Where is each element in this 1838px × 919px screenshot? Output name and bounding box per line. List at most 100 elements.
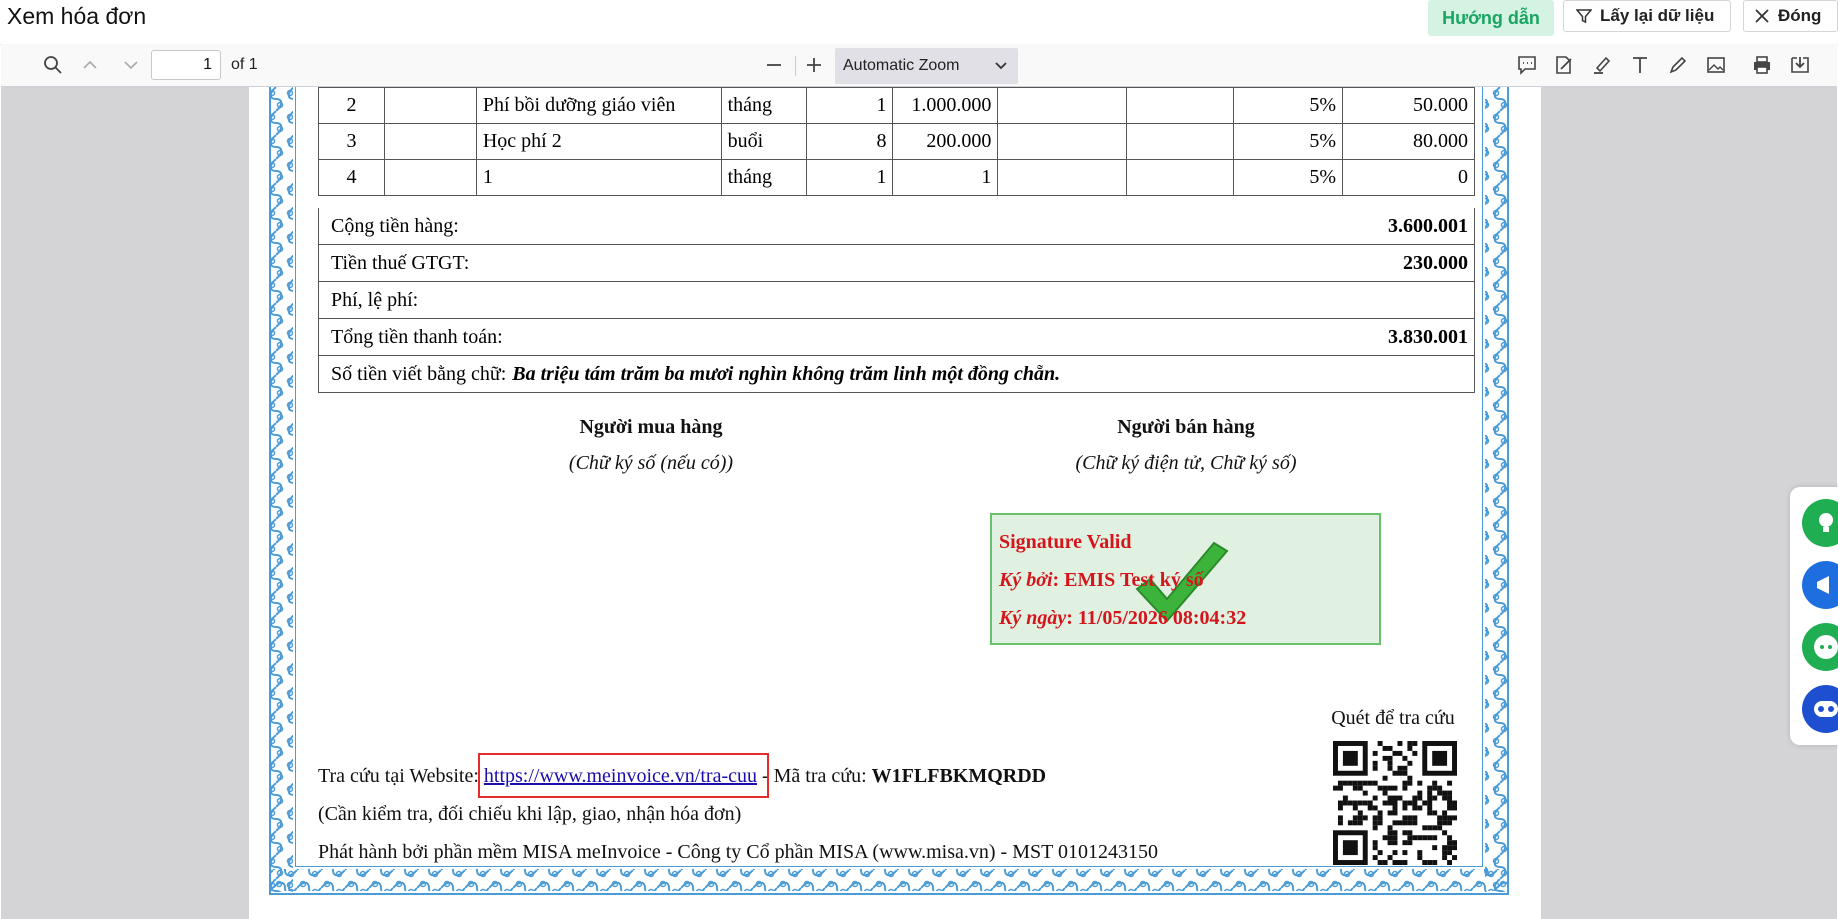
cell-qty: 8 xyxy=(805,123,894,160)
cell-amount: 0 xyxy=(1342,159,1475,196)
reload-data-label: Lấy lại dữ liệu xyxy=(1600,6,1715,25)
pdf-toolbar: 1 of 1 Automatic Zoom xyxy=(1,44,1837,87)
text-icon[interactable] xyxy=(1627,52,1653,78)
cell-col8 xyxy=(1126,159,1235,196)
fee-row: Phí, lệ phí: xyxy=(318,282,1475,319)
zoom-select[interactable]: Automatic Zoom xyxy=(835,48,1018,84)
search-icon[interactable] xyxy=(40,52,66,78)
megaphone-icon[interactable] xyxy=(1802,561,1838,609)
cell-qty: 1 xyxy=(805,87,894,124)
signed-date-line: Ký ngày: 11/05/2026 08:04:32 xyxy=(999,607,1246,630)
table-row: 3 Học phí 2 buổi 8 200.000 5% 80.000 xyxy=(318,123,1475,160)
buyer-note: (Chữ ký số (nếu có)) xyxy=(568,452,734,474)
check-note: (Cần kiểm tra, đối chiếu khi lập, giao, … xyxy=(318,803,742,825)
sign-edit-icon[interactable] xyxy=(1551,52,1577,78)
zoom-out-icon[interactable] xyxy=(761,52,787,78)
seller-title: Người bán hàng xyxy=(1117,416,1255,438)
cell-col8 xyxy=(1126,87,1235,124)
table-row: 4 1 tháng 1 1 5% 0 xyxy=(318,159,1475,196)
page-number-input[interactable]: 1 xyxy=(151,50,221,80)
previous-page-icon[interactable] xyxy=(77,52,103,78)
close-button[interactable]: Đóng xyxy=(1743,0,1838,32)
cell-price: 1.000.000 xyxy=(892,87,999,124)
seller-note: (Chữ ký điện tử, Chữ ký số) xyxy=(1075,452,1297,474)
vat-row: Tiền thuế GTGT: 230.000 xyxy=(318,245,1475,282)
close-icon xyxy=(1755,9,1769,23)
cell-col7 xyxy=(997,87,1128,124)
table-row: 2 Phí bồi dưỡng giáo viên tháng 1 1.000.… xyxy=(318,87,1475,124)
lookup-code-label: - Mã tra cứu: xyxy=(756,765,872,787)
signature-valid-box[interactable]: Signature Valid Ký bởi: EMIS Test ký số … xyxy=(990,513,1381,645)
total-value: 3.830.001 xyxy=(1388,325,1468,348)
comment-icon[interactable] xyxy=(1514,52,1540,78)
filter-icon xyxy=(1576,9,1592,24)
cell-unit: tháng xyxy=(720,87,807,124)
cell-price: 200.000 xyxy=(892,123,999,160)
zoom-value: Automatic Zoom xyxy=(843,57,960,74)
total-row: Tổng tiền thanh toán: 3.830.001 xyxy=(318,319,1475,356)
chevron-down-icon xyxy=(995,62,1007,70)
cell-unit: buổi xyxy=(720,123,807,160)
signed-by-value: : EMIS Test ký số xyxy=(1052,569,1204,591)
assistant-bot-icon[interactable] xyxy=(1802,685,1838,733)
qr-label: Quét để tra cứu xyxy=(1331,707,1455,729)
words-label: Số tiền viết bằng chữ: xyxy=(331,362,507,385)
subtotal-label: Cộng tiền hàng: xyxy=(331,214,459,237)
highlight-box xyxy=(477,753,769,798)
total-label: Tổng tiền thanh toán: xyxy=(331,325,503,348)
signature-valid-label: Signature Valid xyxy=(999,531,1132,553)
cell-no: 2 xyxy=(318,87,385,124)
lightbulb-icon[interactable] xyxy=(1802,499,1838,547)
cell-vat: 5% xyxy=(1233,123,1344,160)
draw-icon[interactable] xyxy=(1665,52,1691,78)
chat-bot-icon[interactable] xyxy=(1802,623,1838,671)
cell-amount: 80.000 xyxy=(1342,123,1475,160)
dialog-title: Xem hóa đơn xyxy=(7,3,147,29)
subtotal-value: 3.600.001 xyxy=(1388,214,1468,237)
cell-no: 3 xyxy=(318,123,385,160)
cell-vat: 5% xyxy=(1233,87,1344,124)
cell-name: Phí bồi dưỡng giáo viên xyxy=(475,87,722,124)
qr-code-icon xyxy=(1333,741,1457,865)
amount-in-words-row: Số tiền viết bằng chữ: Ba triệu tám trăm… xyxy=(318,356,1475,393)
signed-by-label: Ký bởi xyxy=(999,569,1053,591)
close-label: Đóng xyxy=(1778,6,1822,25)
zoom-in-icon[interactable] xyxy=(801,52,827,78)
page-total: of 1 xyxy=(231,56,258,73)
toolbar-divider xyxy=(795,56,796,76)
vat-label: Tiền thuế GTGT: xyxy=(331,251,470,274)
cell-col7 xyxy=(997,123,1128,160)
cell-name: 1 xyxy=(475,159,722,196)
cell-code xyxy=(383,87,477,124)
vat-value: 230.000 xyxy=(1403,251,1468,274)
reload-data-button[interactable]: Lấy lại dữ liệu xyxy=(1563,0,1731,32)
download-icon[interactable] xyxy=(1787,52,1813,78)
cell-qty: 1 xyxy=(805,159,894,196)
cell-code xyxy=(383,123,477,160)
buyer-title: Người mua hàng xyxy=(579,416,723,438)
highlight-icon[interactable] xyxy=(1589,52,1615,78)
fee-label: Phí, lệ phí: xyxy=(331,288,419,311)
image-icon[interactable] xyxy=(1703,52,1729,78)
cell-col7 xyxy=(997,159,1128,196)
cell-code xyxy=(383,159,477,196)
pdf-viewer[interactable]: 2 Phí bồi dưỡng giáo viên tháng 1 1.000.… xyxy=(1,87,1837,919)
invoice-items-table: 2 Phí bồi dưỡng giáo viên tháng 1 1.000.… xyxy=(318,87,1475,196)
next-page-icon[interactable] xyxy=(118,52,144,78)
cell-col8 xyxy=(1126,123,1235,160)
cell-vat: 5% xyxy=(1233,159,1344,196)
lookup-line: Tra cứu tại Website: https://www.meinvoi… xyxy=(318,753,1047,798)
cell-no: 4 xyxy=(318,159,385,196)
signed-date-value: : 11/05/2026 08:04:32 xyxy=(1066,607,1247,629)
cell-unit: tháng xyxy=(720,159,807,196)
words-value: Ba triệu tám trăm ba mươi nghìn không tr… xyxy=(512,362,1061,385)
dialog-header: Xem hóa đơn Hướng dẫn Lấy lại dữ liệu Đó… xyxy=(0,0,1838,45)
subtotal-row: Cộng tiền hàng: 3.600.001 xyxy=(318,208,1475,245)
cell-name: Học phí 2 xyxy=(475,123,722,160)
cell-amount: 50.000 xyxy=(1342,87,1475,124)
lookup-prefix: Tra cứu tại Website: xyxy=(318,765,484,787)
print-icon[interactable] xyxy=(1749,52,1775,78)
lookup-code: W1FLFBKMQRDD xyxy=(871,765,1047,787)
guide-button[interactable]: Hướng dẫn xyxy=(1428,0,1554,36)
signed-by-line: Ký bởi: EMIS Test ký số xyxy=(999,569,1204,592)
